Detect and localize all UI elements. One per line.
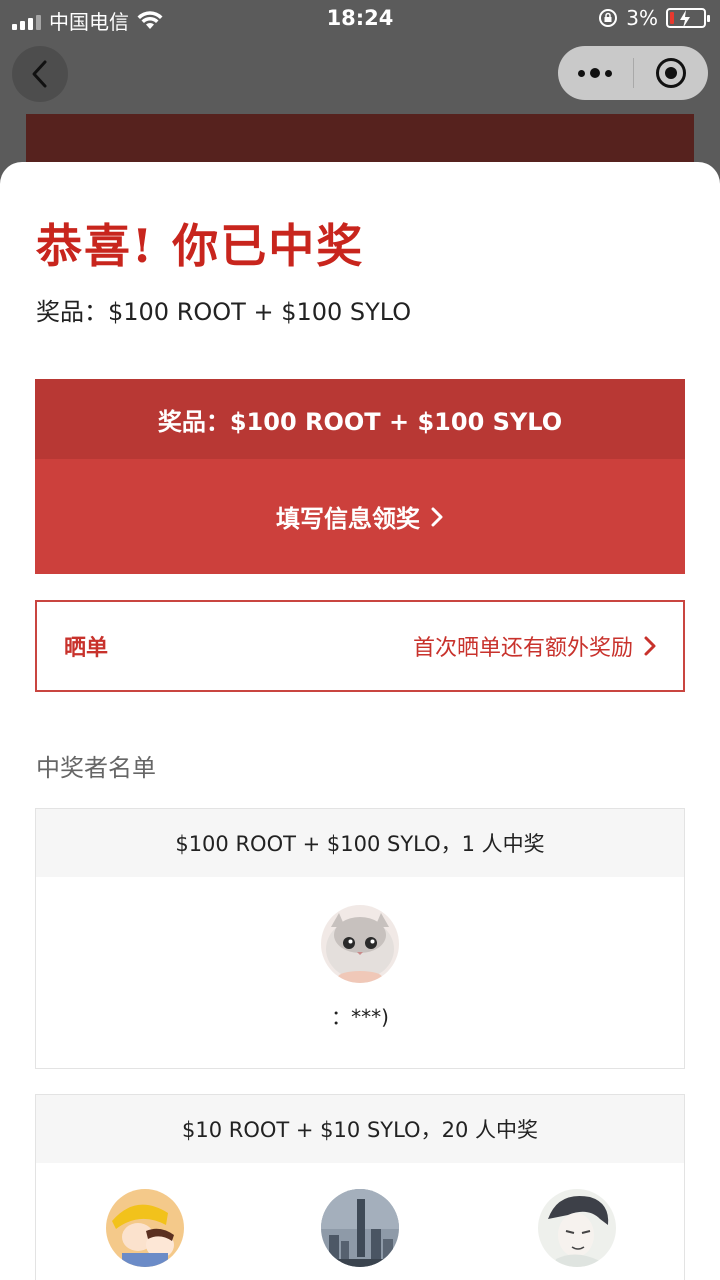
share-order-row[interactable]: 晒单 首次晒单还有额外奖励 [35,600,685,692]
claim-button-label: 填写信息领奖 [276,505,420,533]
claim-prize-button[interactable]: 填写信息领奖 [35,459,685,574]
winners-title: 中奖者名单 [36,754,156,782]
winner-item[interactable]: ：***) [36,905,684,1030]
share-label: 晒单 [64,636,109,661]
result-sheet: 恭喜! 你已中奖 奖品：$100 ROOT + $100 SYLO 奖品：$10… [0,162,720,1280]
orientation-lock-icon [599,9,618,27]
claim-prize-label: 奖品：$100 ROOT + $100 SYLO [35,379,685,459]
prize-description: 奖品：$100 ROOT + $100 SYLO [36,298,412,326]
congrats-title: 恭喜! 你已中奖 [36,219,365,273]
cat-avatar [321,905,399,983]
winner-name: ：***) [331,1005,389,1029]
battery-percent: 3% [626,6,658,30]
status-right: 3% [598,6,710,30]
chevron-left-icon [32,60,47,88]
more-button[interactable] [558,46,633,100]
more-dots-icon [578,68,613,78]
chevron-right-icon [431,507,443,526]
target-icon [655,58,686,88]
chevron-right-icon [644,636,656,656]
battery-icon [666,8,710,28]
status-bar: 中国电信 18:24 3% [0,0,720,38]
winner-group-header: $10 ROOT + $10 SYLO，20 人中奖 [36,1095,684,1163]
sketch-person-avatar[interactable] [538,1189,616,1267]
winner-group-header: $100 ROOT + $100 SYLO，1 人中奖 [36,809,684,877]
winner-group: $10 ROOT + $10 SYLO，20 人中奖 [35,1094,685,1280]
winner-group: $100 ROOT + $100 SYLO，1 人中奖 ：***) [35,808,685,1069]
close-miniprogram-button[interactable] [634,46,709,100]
share-hint: 首次晒单还有额外奖励 [412,636,633,661]
anime-kids-avatar[interactable] [106,1189,184,1267]
capsule-menu [558,46,708,100]
winner-avatars-row [36,1189,684,1267]
back-button[interactable] [12,46,68,102]
city-skyline-avatar[interactable] [321,1189,399,1267]
share-hint-group: 首次晒单还有额外奖励 [413,630,657,662]
claim-card: 奖品：$100 ROOT + $100 SYLO 填写信息领奖 [35,379,685,574]
